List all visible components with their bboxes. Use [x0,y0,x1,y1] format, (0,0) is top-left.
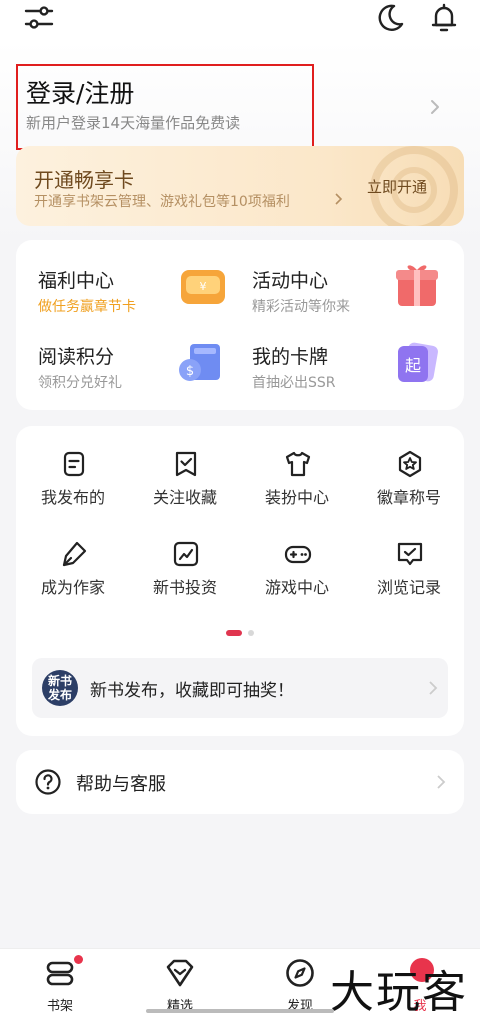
feature-title: 我的卡牌 [252,346,329,368]
feature-title: 阅读积分 [38,346,115,368]
feature-subtitle: 精彩活动等你来 [252,299,350,315]
bell-icon[interactable] [428,2,460,34]
feature-subtitle: 首抽必出SSR [252,375,336,391]
grid-my-posts[interactable]: 我发布的 [18,450,128,520]
grid-label: 装扮中心 [264,488,329,507]
watermark-text: 大玩客 [330,967,468,1016]
shortcut-grid-card: 我发布的 关注收藏 装扮中心 徽章称号 成为作家 新书投资 游戏中心 浏览记录 … [16,426,464,736]
badge-star-icon [398,450,422,478]
vip-subtitle: 开通享书架云管理、游戏礼包等10项福利 [34,194,290,210]
vip-card-banner[interactable]: 开通畅享卡 开通享书架云管理、游戏礼包等10项福利 立即开通 [16,146,464,226]
tab-featured[interactable]: 精选 [140,957,220,1014]
grid-label: 游戏中心 [264,578,329,597]
tab-label: 书架 [46,999,73,1014]
login-title: 登录/注册 [26,79,135,108]
chevron-right-icon[interactable] [428,98,442,116]
chevron-right-icon [437,775,446,789]
grid-label: 徽章称号 [376,488,441,507]
feature-title: 福利中心 [38,270,115,292]
badge-line-2: 发布 [47,688,72,702]
feature-title: 活动中心 [252,270,329,292]
book-points-icon: $ [179,344,220,381]
chart-up-icon [173,541,199,567]
svg-text:起: 起 [405,356,421,375]
coin-wallet-icon: ¥ [181,270,225,304]
top-bar [0,0,480,40]
svg-text:$: $ [186,364,194,379]
grid-label: 新书投资 [152,578,217,597]
help-label: 帮助与客服 [76,774,166,795]
notice-text: 新书发布，收藏即可抽奖！ [90,681,294,701]
grid-dress-up-center[interactable]: 装扮中心 [242,450,352,520]
chevron-right-small-icon [335,193,343,205]
sliders-icon[interactable] [24,4,54,32]
notification-dot [74,955,83,964]
grid-label: 成为作家 [40,578,105,597]
pen-icon [62,541,87,567]
bookshelf-icon [46,961,74,986]
login-subtitle: 新用户登录14天海量作品免费读 [26,114,241,132]
page-dot-active [226,630,242,636]
help-service-row[interactable]: 帮助与客服 [16,750,464,814]
grid-browse-history[interactable]: 浏览记录 [354,540,464,610]
tab-discover[interactable]: 发现 [260,957,340,1014]
svg-text:¥: ¥ [200,280,207,293]
feature-card: 福利中心 做任务赢章节卡 ¥ 活动中心 精彩活动等你来 阅读积分 领积分兑好礼 … [16,240,464,410]
home-indicator [146,1009,334,1013]
cards-icon: 起 [398,342,438,382]
compass-icon [286,959,314,987]
grid-follow-favorites[interactable]: 关注收藏 [130,450,240,520]
page-dot [248,630,254,636]
grid-badges-titles[interactable]: 徽章称号 [354,450,464,520]
badge-line-1: 新书 [47,674,72,688]
question-circle-icon [35,769,61,795]
grid-game-center[interactable]: 游戏中心 [242,540,352,610]
grid-label: 我发布的 [40,488,105,507]
grid-new-book-invest[interactable]: 新书投资 [130,540,240,610]
bookmark-check-icon [175,451,197,477]
gamepad-icon [284,545,312,564]
document-icon [63,451,85,477]
diamond-icon [166,959,194,987]
new-book-notice[interactable]: 新书 发布 新书发布，收藏即可抽奖！ [32,658,448,718]
chevron-right-icon [429,681,438,695]
login-register-entry[interactable]: 登录/注册 新用户登录14天海量作品免费读 [16,64,314,150]
vip-open-button[interactable]: 立即开通 [367,176,427,197]
vip-title: 开通畅享卡 [34,168,134,192]
feature-subtitle: 做任务赢章节卡 [38,299,136,315]
tab-bookshelf[interactable]: 书架 [20,955,100,1014]
gift-box-icon [396,265,438,306]
grid-become-writer[interactable]: 成为作家 [18,540,128,610]
grid-label: 关注收藏 [152,488,217,507]
feature-subtitle: 领积分兑好礼 [38,375,122,391]
moon-icon[interactable] [374,2,406,34]
history-icon [397,542,423,566]
new-book-badge: 新书 发布 [42,670,78,706]
grid-label: 浏览记录 [376,578,441,597]
tshirt-icon [285,451,311,477]
